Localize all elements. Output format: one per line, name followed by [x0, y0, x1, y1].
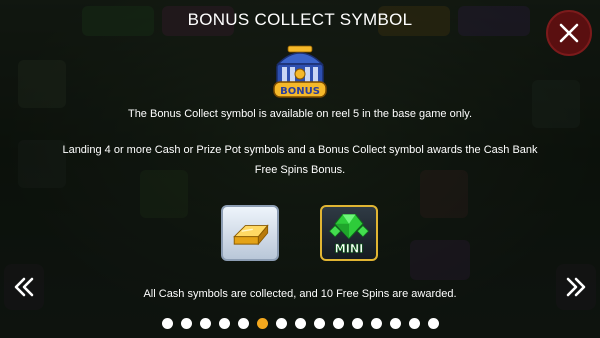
previous-page-button[interactable]: [4, 264, 44, 310]
page-dot[interactable]: [294, 318, 306, 329]
rule-text-reel: The Bonus Collect symbol is available on…: [127, 108, 473, 120]
rule-text-trigger: Landing 4 or more Cash or Prize Pot symb…: [62, 144, 538, 176]
bonus-collect-symbol-icon: BONUS: [273, 45, 327, 98]
double-chevron-left-icon: [14, 277, 34, 297]
bonus-badge-text: BONUS: [280, 86, 320, 97]
page-dot[interactable]: [275, 318, 287, 329]
page-dot[interactable]: [180, 318, 192, 329]
gold-bar-icon: [233, 224, 269, 246]
mini-gem-icon: MINI: [328, 213, 370, 256]
close-button[interactable]: [546, 10, 592, 56]
mini-label: MINI: [335, 243, 364, 256]
next-page-button[interactable]: [556, 264, 596, 310]
close-icon: [559, 23, 579, 43]
page-dot[interactable]: [427, 318, 439, 329]
page-title: BONUS COLLECT SYMBOL: [187, 10, 413, 29]
page-dot[interactable]: [256, 318, 268, 329]
page-dot[interactable]: [199, 318, 211, 329]
rule-text-award: All Cash symbols are collected, and 10 F…: [143, 288, 457, 300]
page-dot[interactable]: [408, 318, 420, 329]
page-dot[interactable]: [218, 318, 230, 329]
gold-bar-tile: [221, 205, 279, 261]
page-dot[interactable]: [161, 318, 173, 329]
page-dot[interactable]: [237, 318, 249, 329]
page-dot[interactable]: [370, 318, 382, 329]
page-dot[interactable]: [332, 318, 344, 329]
page-dot[interactable]: [313, 318, 325, 329]
page-dot[interactable]: [351, 318, 363, 329]
page-dot[interactable]: [389, 318, 401, 329]
double-chevron-right-icon: [566, 277, 586, 297]
page-indicator: [0, 318, 600, 329]
mini-gem-tile: MINI: [320, 205, 378, 261]
